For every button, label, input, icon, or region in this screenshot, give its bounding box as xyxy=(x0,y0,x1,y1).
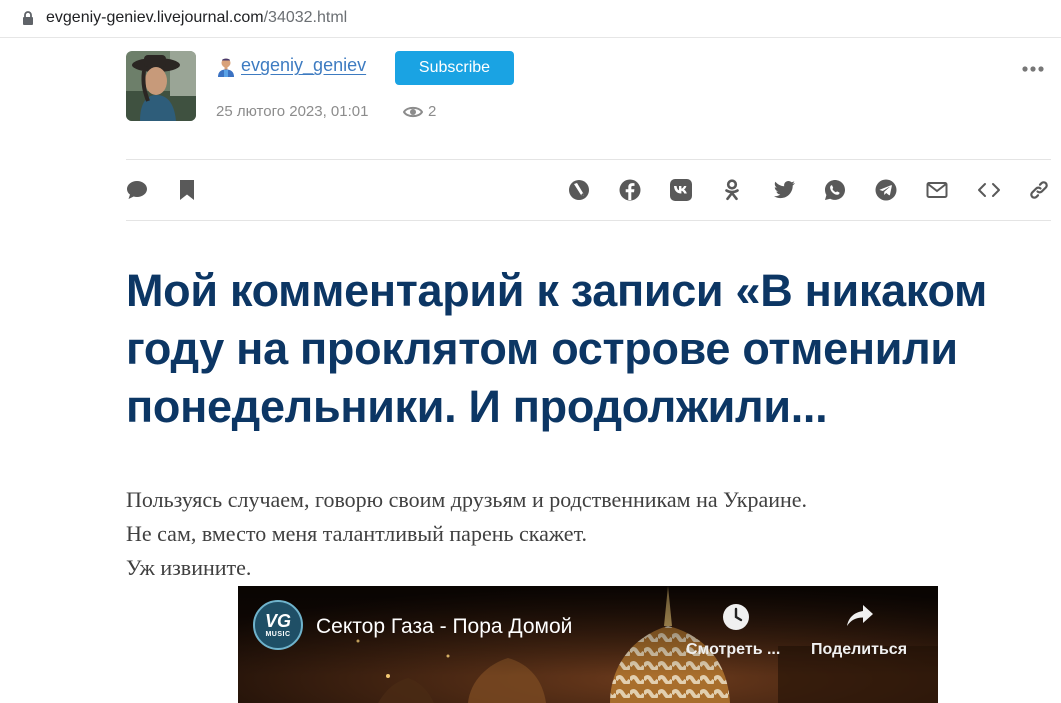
embed-icon[interactable] xyxy=(977,179,1001,201)
url-text[interactable]: evgeniy-geniev.livejournal.com/34032.htm… xyxy=(46,9,347,27)
author-username-link[interactable]: evgeniy_geniev xyxy=(241,55,366,76)
odnoklassniki-icon[interactable] xyxy=(722,179,742,201)
vk-icon[interactable] xyxy=(670,179,692,201)
embedded-video-player[interactable]: VG MUSIC Сектор Газа - Пора Домой Смотре… xyxy=(238,586,938,703)
channel-logo-sub: MUSIC xyxy=(265,631,291,638)
telegram-icon[interactable] xyxy=(875,179,897,201)
whatsapp-icon[interactable] xyxy=(824,179,846,201)
eye-icon xyxy=(403,106,423,118)
post-body: Пользуясь случаем, говорю своим друзьям … xyxy=(126,483,1051,585)
facebook-icon[interactable] xyxy=(619,179,641,201)
post-date: 25 лютого 2023, 01:01 xyxy=(216,103,369,120)
channel-logo[interactable]: VG MUSIC xyxy=(253,600,303,650)
link-icon[interactable] xyxy=(1028,179,1050,201)
divider xyxy=(126,159,1051,160)
channel-logo-text: VG xyxy=(264,611,291,631)
watch-later-label[interactable]: Смотреть ... xyxy=(686,641,780,659)
more-options-icon[interactable] xyxy=(1022,66,1044,72)
browser-url-bar[interactable]: evgeniy-geniev.livejournal.com/34032.htm… xyxy=(0,0,1061,38)
url-path: /34032.html xyxy=(263,9,348,26)
post-line: Пользуясь случаем, говорю своим друзьям … xyxy=(126,487,808,512)
author-avatar[interactable] xyxy=(126,51,196,121)
bookmark-icon[interactable] xyxy=(179,179,195,201)
subscribe-button[interactable]: Subscribe xyxy=(395,51,514,85)
view-count: 2 xyxy=(428,103,437,120)
url-domain: evgeniy-geniev.livejournal.com xyxy=(46,9,264,26)
livejournal-icon[interactable] xyxy=(568,179,590,201)
post-line: Не сам, вместо меня талантливый парень с… xyxy=(126,521,588,546)
divider xyxy=(126,220,1051,221)
share-label[interactable]: Поделиться xyxy=(811,641,907,659)
lock-icon xyxy=(23,11,33,25)
user-icon xyxy=(218,58,234,77)
email-icon[interactable] xyxy=(926,179,948,201)
post-line: Уж извините. xyxy=(126,555,252,580)
comment-icon[interactable] xyxy=(126,179,148,201)
video-title[interactable]: Сектор Газа - Пора Домой xyxy=(316,615,572,639)
twitter-icon[interactable] xyxy=(772,179,796,201)
clock-icon[interactable] xyxy=(722,603,750,631)
post-title: Мой комментарий к записи «В никаком году… xyxy=(126,265,988,432)
share-arrow-icon[interactable] xyxy=(845,603,875,629)
